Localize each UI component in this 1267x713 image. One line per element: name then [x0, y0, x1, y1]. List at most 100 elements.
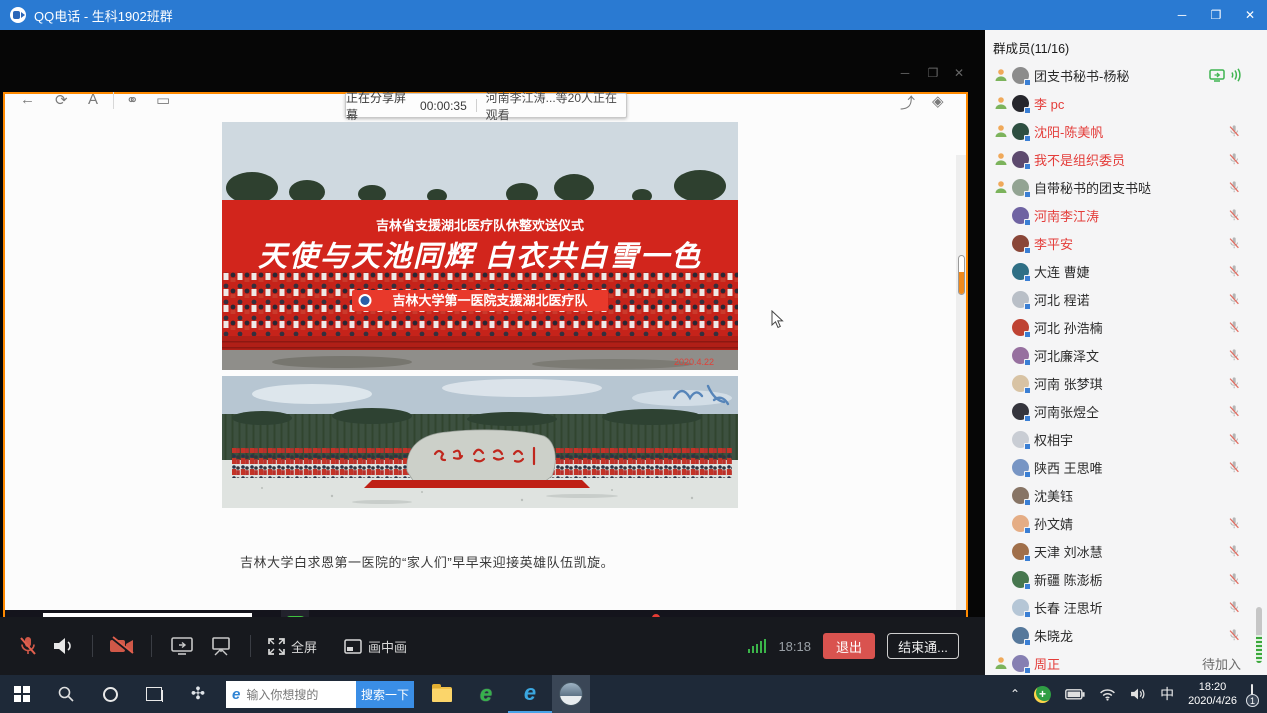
member-name: 朱晓龙	[1034, 626, 1227, 645]
sharing-viewers: 河南李江涛...等20人正在观看	[486, 89, 626, 123]
member-row[interactable]: 河南李江涛	[985, 201, 1267, 229]
camera-muted-button[interactable]	[109, 636, 135, 656]
mic-muted-icon[interactable]	[1227, 320, 1241, 334]
speaker-button[interactable]	[52, 636, 74, 656]
member-row[interactable]: 李 pc	[985, 89, 1267, 117]
task-view-button[interactable]	[132, 675, 176, 713]
mic-muted-icon[interactable]	[1227, 152, 1241, 166]
font-size-icon[interactable]: A	[88, 91, 98, 108]
svg-text:2020.4.22: 2020.4.22	[674, 357, 714, 367]
exit-button[interactable]: 退出	[823, 633, 875, 659]
member-row[interactable]: 河南 张梦琪	[985, 369, 1267, 397]
member-row[interactable]: 周正待加入	[985, 649, 1267, 675]
avatar	[1012, 403, 1029, 420]
end-call-button[interactable]: 结束通...	[887, 633, 959, 659]
member-row[interactable]: 河北廉泽文	[985, 341, 1267, 369]
reader-cube-button[interactable]: ◈	[932, 92, 944, 110]
avatar	[1012, 179, 1029, 196]
mic-muted-icon[interactable]	[1227, 460, 1241, 474]
mic-muted-icon[interactable]	[1227, 236, 1241, 250]
speaker-icon[interactable]	[1130, 687, 1146, 701]
file-explorer-button[interactable]	[420, 675, 464, 713]
web-search-button[interactable]: 搜索一下	[356, 681, 414, 708]
member-row[interactable]: 权相宇	[985, 425, 1267, 453]
web-search-box[interactable]: e 输入你想搜的 搜索一下	[226, 681, 414, 708]
mic-muted-icon[interactable]	[1227, 600, 1241, 614]
active-app-button[interactable]	[552, 675, 590, 713]
member-list-header: 群成员(11/16)	[985, 30, 1267, 61]
member-name: 天津 刘冰慧	[1034, 542, 1227, 561]
member-row[interactable]: 李平安	[985, 229, 1267, 257]
member-row[interactable]: 孙文婧	[985, 509, 1267, 537]
member-name: 沈阳-陈美帆	[1034, 122, 1227, 141]
toolbar-divider	[113, 92, 114, 109]
desktop-clock[interactable]: 18:20 2020/4/26	[1188, 680, 1237, 708]
start-button[interactable]	[0, 675, 44, 713]
mic-muted-icon[interactable]	[1227, 432, 1241, 446]
reader-restore-button[interactable]: ❐	[922, 66, 944, 80]
close-button[interactable]: ✕	[1233, 0, 1267, 30]
member-row[interactable]: 朱晓龙	[985, 621, 1267, 649]
mic-muted-icon[interactable]	[1227, 628, 1241, 642]
mic-muted-icon[interactable]	[1227, 264, 1241, 278]
mic-muted-button[interactable]	[18, 635, 38, 657]
member-row[interactable]: 陕西 王思唯	[985, 453, 1267, 481]
browser-360-button[interactable]: e	[464, 675, 508, 713]
mic-muted-icon[interactable]	[1227, 348, 1241, 362]
reader-share-button[interactable]: ⤴	[900, 92, 915, 113]
member-name: 李 pc	[1034, 94, 1241, 113]
mic-muted-icon[interactable]	[1227, 572, 1241, 586]
sidebar-scrollbar[interactable]	[1256, 607, 1262, 663]
pinwheel-app-button[interactable]: ✣	[176, 675, 220, 713]
member-name: 河南张煜仝	[1034, 402, 1227, 421]
refresh-icon[interactable]: ⟳	[55, 91, 68, 109]
member-list: 团支书秘书-杨秘李 pc 沈阳-陈美帆我不是组织委员自带秘书的团支书哒河南李江涛李…	[985, 61, 1267, 675]
action-center-button[interactable]: 1	[1251, 685, 1253, 703]
mic-muted-icon[interactable]	[1227, 404, 1241, 418]
reader-page-icon[interactable]: ▭	[156, 91, 170, 109]
mic-muted-icon[interactable]	[1227, 124, 1241, 138]
qq-call-icon	[10, 7, 26, 23]
reading-progress-scrollbar[interactable]	[958, 255, 965, 295]
search-button[interactable]	[44, 675, 88, 713]
member-row[interactable]: 河南张煜仝	[985, 397, 1267, 425]
reader-minimize-button[interactable]: ─	[894, 66, 916, 80]
member-row[interactable]: 团支书秘书-杨秘	[985, 61, 1267, 89]
minimize-button[interactable]: ─	[1165, 0, 1199, 30]
divider	[92, 635, 93, 657]
member-row[interactable]: 天津 刘冰慧	[985, 537, 1267, 565]
member-row[interactable]: 新疆 陈澎栃	[985, 565, 1267, 593]
avatar	[1012, 67, 1029, 84]
hidden-icons-chevron[interactable]: ⌃	[1010, 687, 1020, 701]
battery-icon[interactable]	[1065, 689, 1085, 700]
member-row[interactable]: 自带秘书的团支书哒	[985, 173, 1267, 201]
maximize-button[interactable]: ❐	[1199, 0, 1233, 30]
whiteboard-button[interactable]	[210, 636, 232, 656]
member-row[interactable]: 河北 程诺	[985, 285, 1267, 313]
back-icon[interactable]: ←	[20, 91, 35, 108]
mic-muted-icon[interactable]	[1227, 292, 1241, 306]
mic-muted-icon[interactable]	[1227, 376, 1241, 390]
wifi-icon[interactable]	[1099, 688, 1116, 701]
antivirus-tray-icon[interactable]: +	[1034, 686, 1051, 703]
pip-icon	[344, 639, 362, 654]
pip-button[interactable]: 画中画	[344, 637, 407, 656]
mic-muted-icon[interactable]	[1227, 208, 1241, 222]
member-row[interactable]: 沈阳-陈美帆	[985, 117, 1267, 145]
mic-muted-icon[interactable]	[1227, 180, 1241, 194]
mic-muted-icon[interactable]	[1227, 516, 1241, 530]
mic-muted-icon[interactable]	[1227, 544, 1241, 558]
cortana-button[interactable]	[88, 675, 132, 713]
fullscreen-button[interactable]: 全屏	[268, 637, 317, 656]
ime-indicator[interactable]: 中	[1160, 684, 1174, 704]
member-row[interactable]: 我不是组织委员	[985, 145, 1267, 173]
member-row[interactable]: 大连 曹婕	[985, 257, 1267, 285]
screen-share-button[interactable]	[170, 636, 194, 656]
member-row[interactable]: 沈美钰	[985, 481, 1267, 509]
member-row[interactable]: 河北 孙浩楠	[985, 313, 1267, 341]
link-icon[interactable]: ⚭	[126, 91, 139, 109]
edge-button[interactable]: e	[508, 675, 552, 713]
member-row[interactable]: 长春 汪思圻	[985, 593, 1267, 621]
member-name: 孙文婧	[1034, 514, 1227, 533]
reader-close-button[interactable]: ✕	[948, 66, 970, 80]
